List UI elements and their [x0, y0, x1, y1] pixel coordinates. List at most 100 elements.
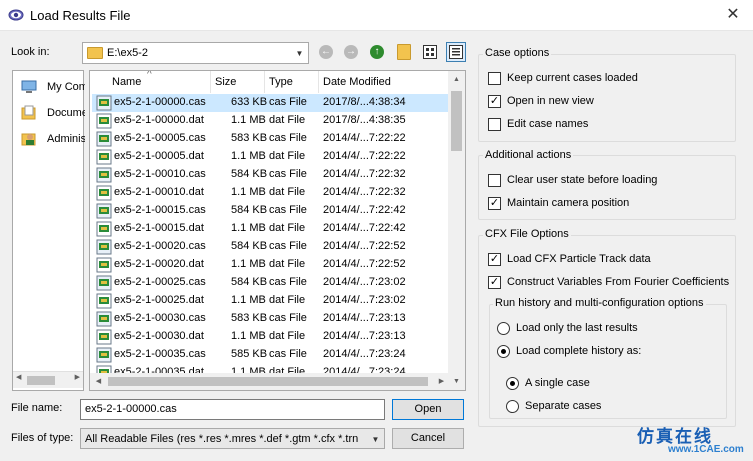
lookin-value: E:\ex5-2 — [107, 47, 148, 59]
dat-file-icon — [96, 329, 112, 345]
column-type-header[interactable]: Type — [265, 71, 319, 93]
filename-input[interactable]: ex5-2-1-00000.cas — [80, 399, 385, 420]
scroll-right-icon[interactable]: ▶ — [433, 373, 450, 390]
dat-file-icon — [96, 293, 112, 309]
file-row[interactable]: ex5-2-1-00030.cas 583 KB cas File 2014/4/..… — [92, 310, 450, 328]
place-documents[interactable]: Docume — [17, 101, 85, 125]
file-row[interactable]: ex5-2-1-00005.dat 1.1 MB dat File 2014/4/..… — [92, 148, 450, 166]
file-type: cas File — [269, 96, 307, 108]
file-row[interactable]: ex5-2-1-00030.dat 1.1 MB dat File 2014/4/..… — [92, 328, 450, 346]
sidebar-scrollbar[interactable]: ◀ ▶ — [13, 371, 83, 388]
lookin-combo[interactable]: E:\ex5-2 ▼ — [82, 42, 309, 64]
check-mark-icon: ✓ — [489, 197, 500, 209]
checkbox-label: Maintain camera position — [507, 197, 630, 209]
additional-actions-title: Additional actions — [483, 149, 574, 161]
cas-file-icon — [96, 95, 112, 111]
cas-file-icon — [96, 167, 112, 183]
file-name: ex5-2-1-00020.dat — [114, 258, 204, 270]
file-type: dat File — [269, 150, 306, 162]
file-date: 2014/4/...7:22:32 — [323, 186, 406, 198]
file-list[interactable]: Name ^ Size Type Date Modified ex5-2-1-0… — [89, 70, 466, 391]
file-type: cas File — [269, 168, 307, 180]
file-row[interactable]: ex5-2-1-00015.cas 584 KB cas File 2014/4/..… — [92, 202, 450, 220]
filetype-select[interactable]: All Readable Files (res *.res *.mres *.d… — [80, 428, 385, 449]
column-size-label: Size — [215, 76, 237, 88]
details-view-button[interactable] — [446, 42, 466, 62]
checkbox-box[interactable]: ✓ — [488, 197, 501, 210]
chevron-down-icon[interactable]: ▼ — [367, 429, 384, 449]
file-size: 1.1 MB — [231, 150, 266, 162]
checkbox-box[interactable]: ✓ — [488, 276, 501, 289]
checkbox-box[interactable]: ✓ — [488, 95, 501, 108]
chevron-down-icon[interactable]: ▼ — [291, 43, 308, 63]
places-sidebar: My Com Docume Adminis ◀ ▶ — [12, 70, 85, 391]
back-button[interactable]: ← — [316, 42, 336, 62]
column-size-header[interactable]: Size — [211, 71, 265, 93]
file-list-hscroll[interactable]: ◀ ▶ — [90, 373, 450, 390]
checkbox-label: Construct Variables From Fourier Coeffic… — [507, 276, 730, 288]
radio-dot-icon — [510, 381, 515, 386]
file-list-vscroll[interactable]: ▲ ▼ — [448, 71, 465, 390]
column-modified-header[interactable]: Date Modified — [319, 71, 450, 93]
file-size: 1.1 MB — [231, 330, 266, 342]
run-history-title: Run history and multi-configuration opti… — [493, 297, 706, 309]
file-row[interactable]: ex5-2-1-00020.cas 584 KB cas File 2014/4/..… — [92, 238, 450, 256]
file-date: 2014/4/...7:22:42 — [323, 222, 406, 234]
file-size: 584 KB — [231, 240, 268, 252]
file-name: ex5-2-1-00005.dat — [114, 150, 204, 162]
checkbox-box[interactable]: ✓ — [488, 253, 501, 266]
forward-button[interactable]: → — [341, 42, 361, 62]
up-folder-button[interactable]: ↑ — [367, 42, 387, 62]
dat-file-icon — [96, 257, 112, 273]
checkbox-box[interactable] — [488, 118, 501, 131]
file-row[interactable]: ex5-2-1-00010.cas 584 KB cas File 2014/4/..… — [92, 166, 450, 184]
forward-arrow-icon: → — [344, 45, 358, 59]
check-mark-icon: ✓ — [489, 95, 500, 107]
scroll-left-icon: ◀ — [16, 374, 22, 381]
open-button[interactable]: Open — [392, 399, 464, 420]
file-row[interactable]: ex5-2-1-00025.dat 1.1 MB dat File 2014/4/..… — [92, 292, 450, 310]
column-name-header[interactable]: Name ^ — [90, 71, 211, 93]
scroll-thumb[interactable] — [108, 377, 428, 386]
radio-circle[interactable] — [497, 345, 510, 358]
list-view-button[interactable] — [420, 42, 440, 62]
back-arrow-icon: ← — [319, 45, 333, 59]
file-date: 2014/4/...7:22:22 — [323, 132, 406, 144]
file-size: 583 KB — [231, 132, 268, 144]
file-row[interactable]: ex5-2-1-00000.cas 633 KB cas File 2017/8/..… — [92, 94, 450, 112]
file-row[interactable]: ex5-2-1-00005.cas 583 KB cas File 2014/4/..… — [92, 130, 450, 148]
cas-file-icon — [96, 347, 112, 363]
cancel-button[interactable]: Cancel — [392, 428, 464, 449]
new-folder-button[interactable] — [394, 42, 414, 62]
file-row[interactable]: ex5-2-1-00015.dat 1.1 MB dat File 2014/4/..… — [92, 220, 450, 238]
checkbox-box[interactable] — [488, 72, 501, 85]
radio-circle[interactable] — [506, 400, 519, 413]
file-size: 633 KB — [231, 96, 268, 108]
scroll-up-icon[interactable]: ▲ — [448, 71, 465, 88]
close-button[interactable]: ✕ — [713, 0, 753, 30]
file-row[interactable]: ex5-2-1-00000.dat 1.1 MB dat File 2017/8/..… — [92, 112, 450, 130]
radio-circle[interactable] — [506, 377, 519, 390]
scroll-left-icon[interactable]: ◀ — [90, 373, 107, 390]
scroll-down-icon[interactable]: ▼ — [448, 373, 465, 390]
file-name: ex5-2-1-00010.cas — [114, 168, 206, 180]
column-name-label: Name — [112, 76, 142, 88]
radio-label: Load complete history as: — [516, 345, 642, 357]
checkbox-box[interactable] — [488, 174, 501, 187]
column-type-label: Type — [269, 76, 293, 88]
file-row[interactable]: ex5-2-1-00010.dat 1.1 MB dat File 2014/4/..… — [92, 184, 450, 202]
file-name: ex5-2-1-00010.dat — [114, 186, 204, 198]
file-row[interactable]: ex5-2-1-00035.cas 585 KB cas File 2014/4/..… — [92, 346, 450, 364]
scroll-thumb[interactable] — [451, 91, 462, 151]
file-row[interactable]: ex5-2-1-00025.cas 584 KB cas File 2014/4/..… — [92, 274, 450, 292]
place-my-computer[interactable]: My Com — [17, 75, 85, 99]
file-size: 584 KB — [231, 168, 268, 180]
title-bar: Load Results File ✕ — [0, 0, 753, 31]
file-row[interactable]: ex5-2-1-00020.dat 1.1 MB dat File 2014/4/..… — [92, 256, 450, 274]
place-administrator[interactable]: Adminis — [17, 127, 85, 151]
checkbox-label: Open in new view — [507, 95, 594, 107]
up-arrow-icon: ↑ — [370, 45, 384, 59]
file-size: 584 KB — [231, 276, 268, 288]
scroll-thumb[interactable] — [27, 376, 55, 385]
radio-circle[interactable] — [497, 322, 510, 335]
